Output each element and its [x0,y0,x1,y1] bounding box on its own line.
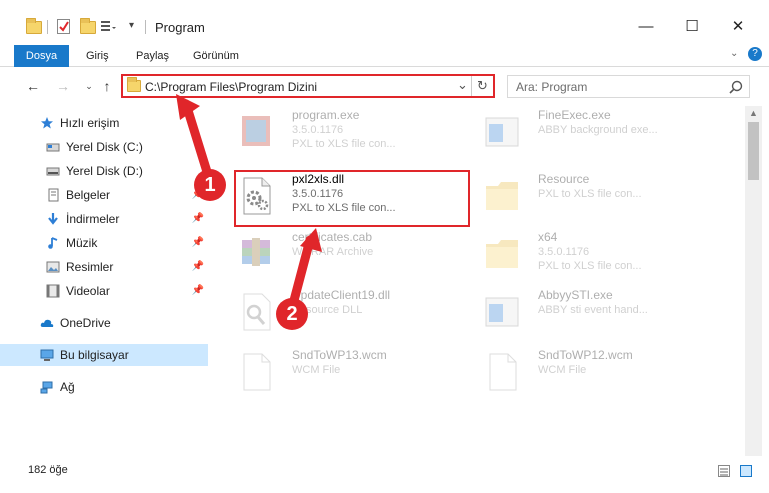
details-view-icon[interactable] [718,465,730,477]
step-1-badge: 1 [194,169,226,201]
status-bar: 182 öğe [0,460,769,482]
tiles-view-icon[interactable] [740,465,752,477]
annotation-arrows [176,94,322,313]
item-count: 182 öğe [28,464,68,476]
step-2-badge: 2 [276,298,308,330]
